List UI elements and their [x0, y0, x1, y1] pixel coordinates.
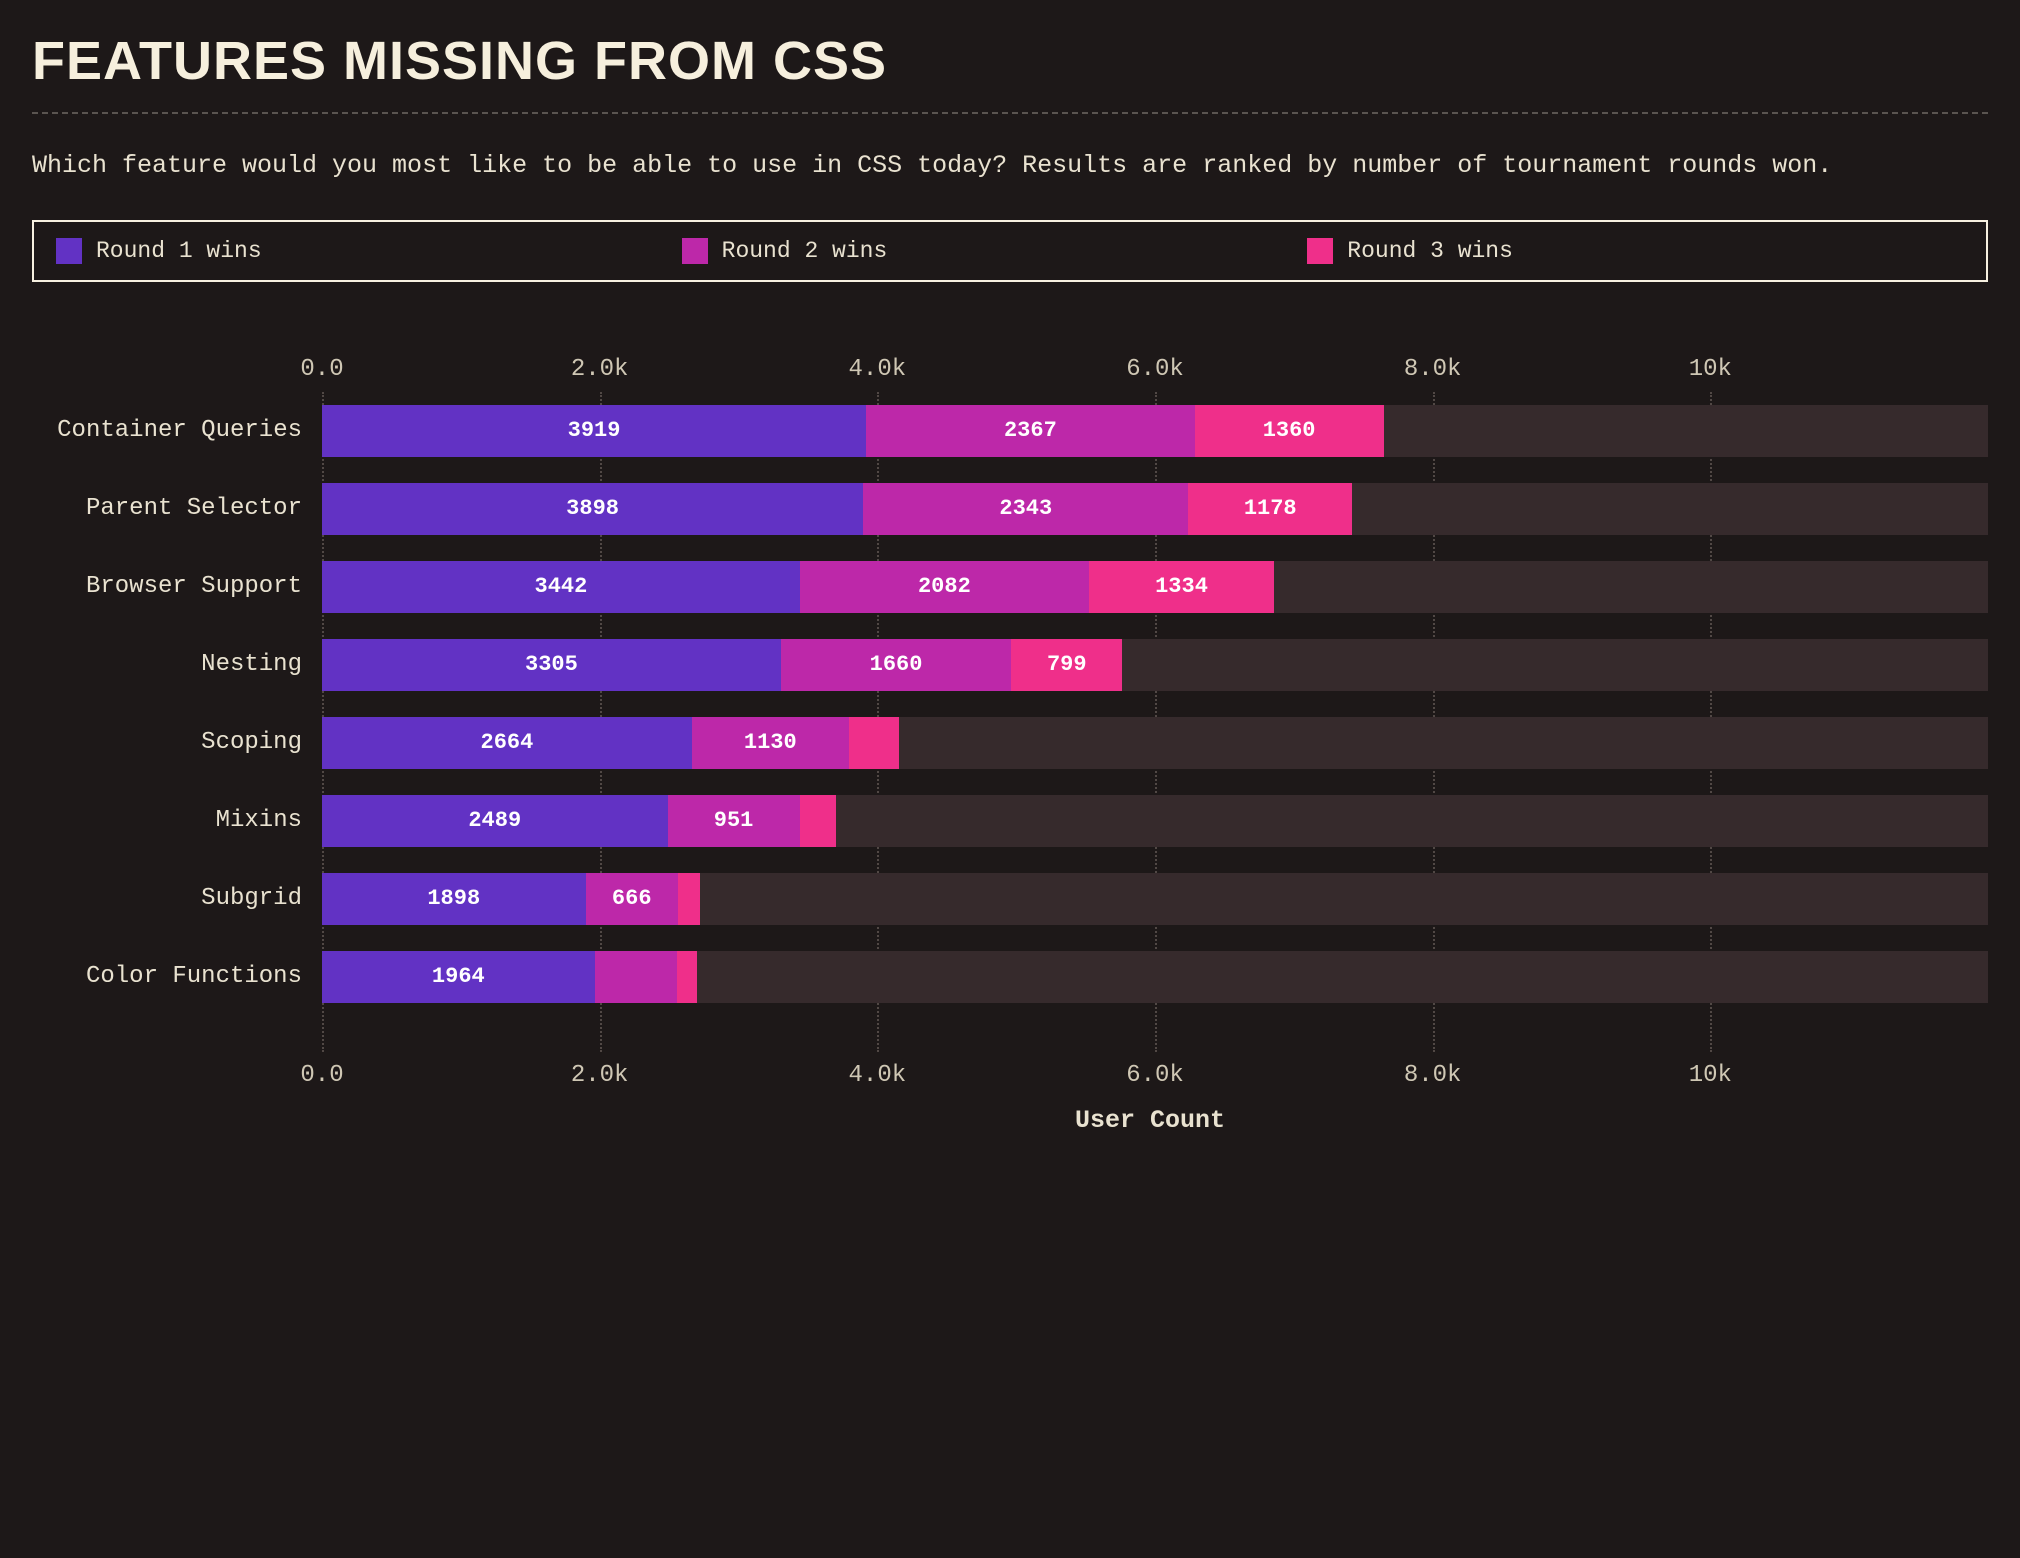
bar-segment: 1360: [1195, 405, 1384, 457]
x-tick-label: 2.0k: [571, 356, 629, 383]
x-tick-label: 8.0k: [1404, 356, 1462, 383]
y-axis-label: Container Queries: [42, 392, 322, 470]
bar-value-label: 1360: [1263, 418, 1316, 443]
bar-segment: 3919: [322, 405, 866, 457]
bar-value-label: 1898: [427, 886, 480, 911]
x-ticks-top: 0.02.0k4.0k6.0k8.0k10k: [322, 352, 1988, 392]
x-tick-label: 6.0k: [1126, 356, 1184, 383]
bar-value-label: 1334: [1155, 574, 1208, 599]
bar-segment: 951: [668, 795, 800, 847]
bar-row: 3919 2367 1360: [322, 392, 1988, 470]
legend-item: Round 1 wins: [56, 238, 262, 264]
legend-label: Round 1 wins: [96, 238, 262, 264]
x-tick-label: 4.0k: [849, 1062, 907, 1089]
bar-value-label: 3305: [525, 652, 578, 677]
bar-value-label: 3898: [566, 496, 619, 521]
chart-title: FEATURES MISSING FROM CSS: [32, 30, 1988, 92]
bar-row: 3305 1660 799: [322, 626, 1988, 704]
bar-row: 3442 2082 1334: [322, 548, 1988, 626]
legend-swatch: [1307, 238, 1333, 264]
x-tick-label: 10k: [1689, 356, 1732, 383]
x-tick-label: 0.0: [300, 356, 343, 383]
bar-segment: [677, 951, 698, 1003]
y-axis-labels: Container QueriesParent SelectorBrowser …: [42, 352, 322, 1092]
y-axis-label: Color Functions: [42, 938, 322, 1016]
chart-subtitle: Which feature would you most like to be …: [32, 142, 1988, 190]
bar-value-label: 666: [612, 886, 652, 911]
bar-value-label: 1660: [870, 652, 923, 677]
bar-segment: 2082: [800, 561, 1089, 613]
x-tick-label: 0.0: [300, 1062, 343, 1089]
y-axis-label: Nesting: [42, 626, 322, 704]
bar-segment: 3442: [322, 561, 800, 613]
x-tick-label: 8.0k: [1404, 1062, 1462, 1089]
x-tick-label: 2.0k: [571, 1062, 629, 1089]
bar-value-label: 2082: [918, 574, 971, 599]
y-axis-label: Mixins: [42, 782, 322, 860]
bar-value-label: 3919: [568, 418, 621, 443]
x-ticks-bottom: 0.02.0k4.0k6.0k8.0k10k: [322, 1052, 1988, 1092]
bar-row: 1898 666: [322, 860, 1988, 938]
bar-segment: 2367: [866, 405, 1195, 457]
bars: 3919 2367 1360 3898 2343 1178 3442 2082 1334 3305…: [322, 392, 1988, 1016]
bar-value-label: 2664: [481, 730, 534, 755]
legend-swatch: [56, 238, 82, 264]
bar-value-label: 799: [1047, 652, 1087, 677]
legend-label: Round 2 wins: [722, 238, 888, 264]
y-axis-label: Subgrid: [42, 860, 322, 938]
x-tick-label: 6.0k: [1126, 1062, 1184, 1089]
bar-value-label: 2489: [468, 808, 521, 833]
bar-segment: 1964: [322, 951, 595, 1003]
x-tick-label: 10k: [1689, 1062, 1732, 1089]
bar-row: 1964: [322, 938, 1988, 1016]
plot-area: 0.02.0k4.0k6.0k8.0k10k 39192367136038982…: [322, 352, 1988, 1092]
bar-value-label: 3442: [535, 574, 588, 599]
bar-row: 2489 951: [322, 782, 1988, 860]
bar-segment: 1660: [781, 639, 1011, 691]
bar-value-label: 1964: [432, 964, 485, 989]
bar-segment: [678, 873, 700, 925]
bar-value-label: 951: [714, 808, 754, 833]
divider: [32, 112, 1988, 114]
bar-segment: [849, 717, 899, 769]
legend-item: Round 2 wins: [682, 238, 888, 264]
bar-segment: 799: [1011, 639, 1122, 691]
bar-value-label: 1178: [1244, 496, 1297, 521]
bar-segment: 1334: [1089, 561, 1274, 613]
bar-segment: 2489: [322, 795, 668, 847]
bar-row: 3898 2343 1178: [322, 470, 1988, 548]
bar-segment: [595, 951, 677, 1003]
bar-segment: 3305: [322, 639, 781, 691]
bar-segment: 2343: [863, 483, 1188, 535]
bar-segment: 1130: [692, 717, 849, 769]
x-axis-label: User Count: [32, 1106, 1988, 1135]
legend-swatch: [682, 238, 708, 264]
bar-segment: 1898: [322, 873, 586, 925]
bar-value-label: 1130: [744, 730, 797, 755]
legend-label: Round 3 wins: [1347, 238, 1513, 264]
bar-segment: 1178: [1188, 483, 1352, 535]
bar-segment: [800, 795, 836, 847]
bar-segment: 666: [586, 873, 678, 925]
bar-value-label: 2367: [1004, 418, 1057, 443]
x-tick-label: 4.0k: [849, 356, 907, 383]
y-axis-label: Parent Selector: [42, 470, 322, 548]
chart: Container QueriesParent SelectorBrowser …: [32, 352, 1988, 1092]
legend-item: Round 3 wins: [1307, 238, 1513, 264]
legend: Round 1 wins Round 2 wins Round 3 wins: [32, 220, 1988, 282]
bar-row: 2664 1130: [322, 704, 1988, 782]
y-axis-label: Browser Support: [42, 548, 322, 626]
bar-segment: 3898: [322, 483, 863, 535]
bar-value-label: 2343: [999, 496, 1052, 521]
bar-segment: 2664: [322, 717, 692, 769]
y-axis-label: Scoping: [42, 704, 322, 782]
